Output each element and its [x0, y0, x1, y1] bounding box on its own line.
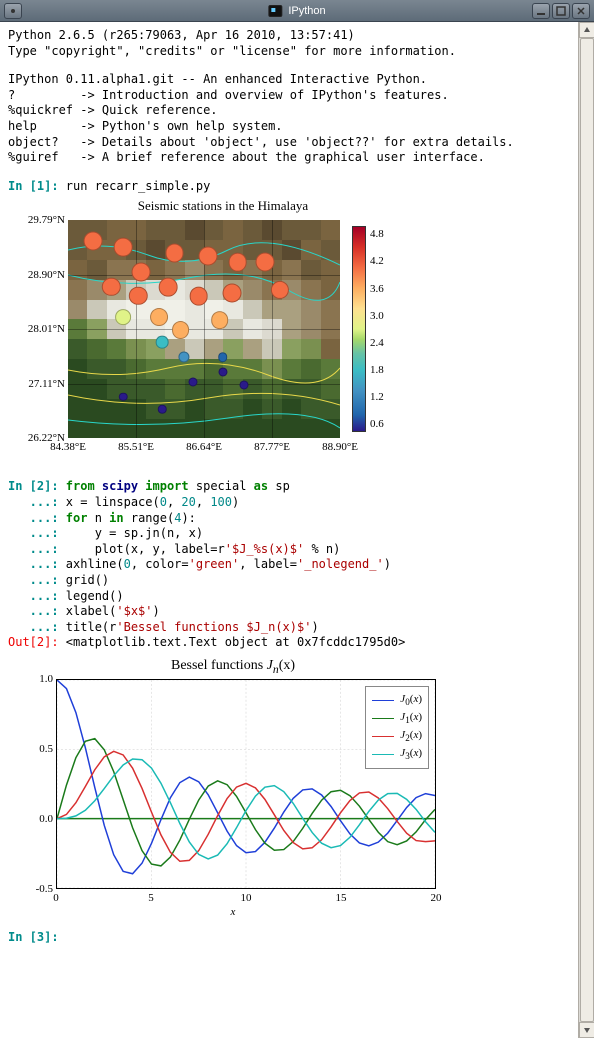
ipython-help-4: object? -> Details about 'object', use '…	[8, 135, 570, 151]
in-1: In [1]: run recarr_simple.py	[8, 179, 570, 195]
colorbar-tick: 4.8	[370, 227, 384, 241]
plot1-axes	[68, 220, 340, 438]
plot2-xtick: 0	[53, 891, 59, 905]
station-marker	[151, 308, 169, 326]
in-3: In [3]:	[8, 930, 570, 946]
seismic-plot: Seismic stations in the Himalaya 29.79°N…	[8, 198, 438, 458]
out-2: Out[2]: <matplotlib.text.Text object at …	[8, 635, 570, 651]
plot2-xtick: 5	[148, 891, 154, 905]
ipython-help-3: help -> Python's own help system.	[8, 119, 570, 135]
colorbar-tick: 2.4	[370, 336, 384, 350]
maximize-button[interactable]	[552, 3, 570, 19]
station-marker	[159, 278, 178, 297]
plot2-xtick: 20	[431, 891, 442, 905]
station-marker	[114, 238, 133, 257]
ipython-help-2: %quickref -> Quick reference.	[8, 103, 570, 119]
station-marker	[198, 247, 217, 266]
colorbar	[352, 226, 366, 432]
plot1-ytick: 29.79°N	[28, 213, 65, 227]
terminal-icon	[268, 5, 282, 17]
station-marker	[188, 377, 197, 386]
vertical-scrollbar[interactable]	[578, 22, 594, 1038]
plot2-axes: J0(x) J1(x) J2(x) J3(x)	[56, 679, 436, 889]
ipython-help-5: %guiref -> A brief reference about the g…	[8, 150, 570, 166]
in-2-line-9: ...: xlabel('$x$')	[8, 604, 570, 620]
plot2-ytick: 0.5	[39, 742, 53, 756]
station-marker	[165, 244, 184, 263]
python-version: Python 2.6.5 (r265:79063, Apr 16 2010, 1…	[8, 28, 570, 44]
plot2-title: Bessel functions Jn(x)	[8, 657, 458, 677]
terminal-content[interactable]: Python 2.6.5 (r265:79063, Apr 16 2010, 1…	[0, 22, 578, 1038]
colorbar-tick: 3.0	[370, 309, 384, 323]
plot2-ytick: 1.0	[39, 672, 53, 686]
plot1-title: Seismic stations in the Himalaya	[8, 198, 438, 215]
in-2-line-1: In [2]: from scipy import special as sp	[8, 479, 570, 495]
station-marker	[119, 393, 128, 402]
colorbar-tick: 4.2	[370, 254, 384, 268]
plot1-ytick: 27.11°N	[28, 377, 65, 391]
colorbar-tick: 3.6	[370, 281, 384, 295]
station-marker	[158, 405, 167, 414]
scrollbar-thumb[interactable]	[580, 38, 594, 1022]
colorbar-tick: 1.2	[370, 390, 384, 404]
plot1-xtick: 88.90°E	[322, 440, 358, 454]
in-2-line-2: ...: x = linspace(0, 20, 100)	[8, 495, 570, 511]
plot1-ytick: 28.90°N	[28, 268, 65, 282]
ipython-help-1: ? -> Introduction and overview of IPytho…	[8, 88, 570, 104]
in-2-line-5: ...: plot(x, y, label=r'$J_%s(x)$' % n)	[8, 542, 570, 558]
bessel-plot: Bessel functions Jn(x) J0(x) J1(x) J2(x)…	[8, 657, 458, 917]
station-marker	[211, 312, 229, 330]
scroll-down-button[interactable]	[579, 1022, 594, 1038]
station-marker	[115, 310, 131, 326]
plot2-ytick: 0.0	[39, 812, 53, 826]
station-marker	[132, 262, 151, 281]
window-title: IPython	[288, 5, 325, 17]
station-marker	[218, 368, 227, 377]
scroll-up-button[interactable]	[579, 22, 594, 38]
plot1-xtick: 87.77°E	[254, 440, 290, 454]
plot1-xtick: 84.38°E	[50, 440, 86, 454]
station-marker	[84, 232, 103, 251]
station-marker	[189, 287, 208, 306]
station-marker	[156, 336, 169, 349]
plot2-ytick: -0.5	[36, 882, 53, 896]
python-copyright: Type "copyright", "credits" or "license"…	[8, 44, 570, 60]
in-2-line-10: ...: title(r'Bessel functions $J_n(x)$')	[8, 620, 570, 636]
colorbar-tick: 0.6	[370, 417, 384, 431]
in-2-line-4: ...: y = sp.jn(n, x)	[8, 526, 570, 542]
station-marker	[222, 284, 241, 303]
plot1-xtick: 86.64°E	[186, 440, 222, 454]
plot1-xtick: 85.51°E	[118, 440, 154, 454]
close-button[interactable]	[572, 3, 590, 19]
in-2-line-3: ...: for n in range(4):	[8, 511, 570, 527]
plot2-xtick: 15	[336, 891, 347, 905]
station-marker	[172, 321, 190, 339]
station-marker	[239, 380, 248, 389]
window-menu-button[interactable]	[4, 3, 22, 19]
station-marker	[228, 253, 247, 272]
plot2-xtick: 10	[241, 891, 252, 905]
plot1-ytick: 28.01°N	[28, 322, 65, 336]
in-2-line-8: ...: legend()	[8, 589, 570, 605]
in-2-line-7: ...: grid()	[8, 573, 570, 589]
station-marker	[255, 253, 274, 272]
ipython-banner: IPython 0.11.alpha1.git -- An enhanced I…	[8, 72, 570, 88]
plot2-xlabel: x	[8, 905, 458, 919]
minimize-button[interactable]	[532, 3, 550, 19]
station-marker	[218, 352, 228, 362]
window-titlebar: IPython	[0, 0, 594, 22]
scrollbar-track[interactable]	[579, 38, 594, 1022]
colorbar-tick: 1.8	[370, 363, 384, 377]
plot2-legend: J0(x) J1(x) J2(x) J3(x)	[365, 686, 429, 769]
in-2-line-6: ...: axhline(0, color='green', label='_n…	[8, 557, 570, 573]
